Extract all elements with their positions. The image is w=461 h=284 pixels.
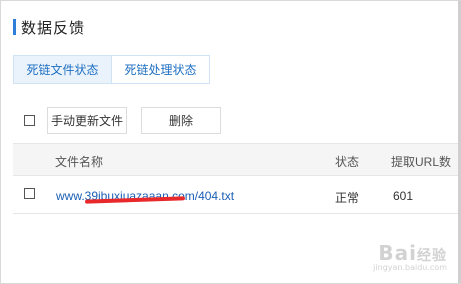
tab-dead-link-file-status[interactable]: 死链文件状态 bbox=[13, 55, 112, 84]
row-url-count: 601 bbox=[393, 189, 414, 203]
page-title: 数据反馈 bbox=[21, 19, 86, 37]
row-status: 正常 bbox=[335, 191, 360, 205]
action-bar: 手动更新文件 删除 bbox=[24, 107, 221, 134]
column-header-url-count: 提取URL数 bbox=[391, 155, 452, 169]
section-header: 数据反馈 bbox=[13, 18, 86, 37]
select-all-checkbox[interactable] bbox=[24, 115, 35, 126]
row-checkbox[interactable] bbox=[24, 188, 35, 199]
tab-dead-link-process-status[interactable]: 死链处理状态 bbox=[112, 55, 210, 84]
tab-bar: 死链文件状态 死链处理状态 bbox=[13, 55, 210, 84]
update-file-button[interactable]: 手动更新文件 bbox=[47, 107, 127, 134]
watermark-logo: Bai经验 jingyan.baidu.com bbox=[373, 241, 447, 272]
table-header: 文件名称 状态 提取URL数 bbox=[13, 143, 458, 176]
delete-button[interactable]: 删除 bbox=[141, 107, 221, 134]
header-accent-bar bbox=[13, 19, 16, 35]
table-row: www.39ibuxiuazaaan.com/404.txt 正常 601 bbox=[13, 177, 458, 214]
column-header-filename: 文件名称 bbox=[55, 155, 104, 169]
column-header-status: 状态 bbox=[335, 155, 360, 169]
